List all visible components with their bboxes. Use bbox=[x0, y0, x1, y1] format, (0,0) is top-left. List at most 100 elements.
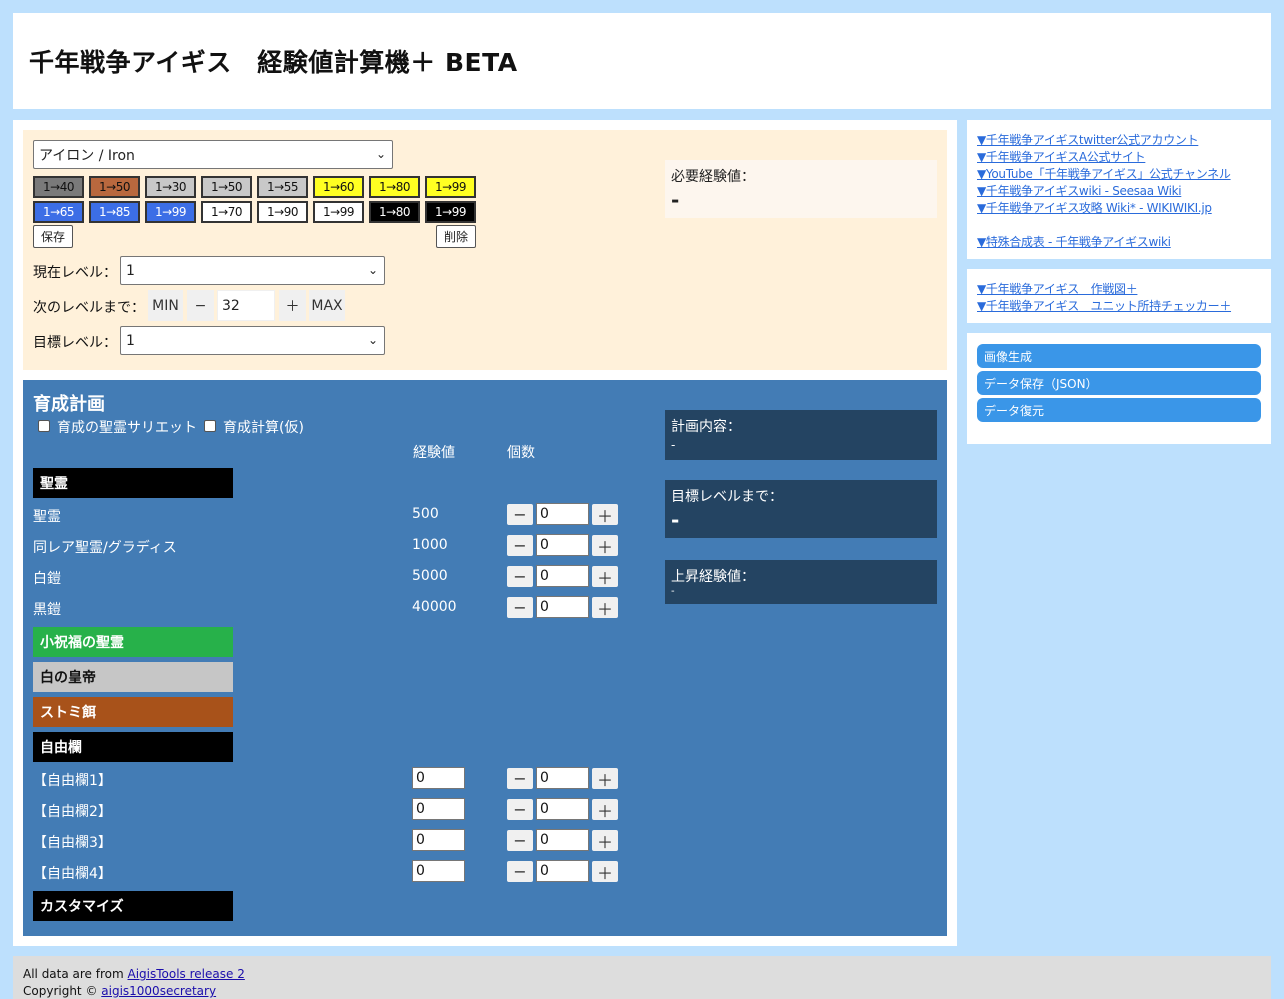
item-increment-button[interactable]: ＋ bbox=[592, 861, 618, 883]
action-button[interactable]: データ保存（JSON） bbox=[977, 371, 1261, 395]
current-level-select[interactable]: 1 ⌄ bbox=[120, 256, 385, 285]
category-custom[interactable]: カスタマイズ bbox=[33, 891, 233, 921]
item-exp-input[interactable]: 0 bbox=[412, 767, 465, 789]
category-koutei[interactable]: 白の皇帝 bbox=[33, 662, 233, 692]
item-decrement-button[interactable]: − bbox=[507, 504, 533, 525]
item-exp: 5000 bbox=[412, 568, 448, 584]
aigistools-link[interactable]: AigisTools release 2 bbox=[128, 967, 245, 981]
level-preset-button[interactable]: 1→50 bbox=[89, 176, 140, 198]
min-button[interactable]: MIN bbox=[148, 290, 183, 321]
item-exp-input[interactable]: 0 bbox=[412, 798, 465, 820]
item-name: 白鎧 bbox=[33, 571, 61, 587]
item-increment-button[interactable]: ＋ bbox=[592, 504, 618, 526]
increment-button[interactable]: ＋ bbox=[279, 290, 306, 321]
level-preset-button[interactable]: 1→30 bbox=[145, 176, 196, 198]
item-count-input[interactable]: 0 bbox=[536, 565, 589, 587]
level-preset-button[interactable]: 1→99 bbox=[313, 201, 364, 223]
level-preset-button[interactable]: 1→90 bbox=[257, 201, 308, 223]
calc-checkbox[interactable] bbox=[204, 420, 216, 432]
item-count-input[interactable]: 0 bbox=[536, 829, 589, 851]
action-button[interactable]: 画像生成 bbox=[977, 344, 1261, 368]
item-name: 同レア聖霊/グラディス bbox=[33, 540, 177, 556]
item-decrement-button[interactable]: − bbox=[507, 799, 533, 820]
item-count-input[interactable]: 0 bbox=[536, 534, 589, 556]
chevron-down-icon: ⌄ bbox=[367, 333, 378, 347]
target-level-select[interactable]: 1 ⌄ bbox=[120, 326, 385, 355]
level-preset-button[interactable]: 1→80 bbox=[369, 201, 420, 223]
item-increment-button[interactable]: ＋ bbox=[592, 535, 618, 557]
item-decrement-button[interactable]: − bbox=[507, 861, 533, 882]
item-decrement-button[interactable]: − bbox=[507, 535, 533, 556]
data-credit: All data are from AigisTools release 2 bbox=[23, 967, 245, 981]
page-header: 千年戦争アイギス 経験値計算機＋ BETA bbox=[13, 13, 1271, 109]
tool-link[interactable]: ▼千年戦争アイギス 作戦図＋ bbox=[977, 280, 1138, 297]
level-preset-button[interactable]: 1→55 bbox=[257, 176, 308, 198]
item-count-input[interactable]: 0 bbox=[536, 503, 589, 525]
external-link[interactable]: ▼YouTube「千年戦争アイギス」公式チャンネル bbox=[977, 165, 1231, 182]
related-tools-box: ▼千年戦争アイギス 作戦図＋ ▼千年戦争アイギス ユニット所持チェッカー＋ bbox=[967, 269, 1271, 323]
item-exp: 40000 bbox=[412, 599, 457, 615]
item-decrement-button[interactable]: − bbox=[507, 830, 533, 851]
tool-link[interactable]: ▼千年戦争アイギス ユニット所持チェッカー＋ bbox=[977, 297, 1231, 314]
column-header-exp: 経験値 bbox=[413, 445, 455, 461]
item-name: 【自由欄4】 bbox=[33, 866, 112, 882]
level-preset-button[interactable]: 1→60 bbox=[313, 176, 364, 198]
item-increment-button[interactable]: ＋ bbox=[592, 597, 618, 619]
plan-content-box: 計画内容： - bbox=[665, 410, 937, 460]
item-name: 黒鎧 bbox=[33, 602, 61, 618]
required-exp-value: - bbox=[671, 188, 680, 212]
item-name: 聖霊 bbox=[33, 509, 61, 525]
external-link[interactable]: ▼千年戦争アイギス攻略 Wiki* - WIKIWIKI.jp bbox=[977, 199, 1212, 216]
external-link[interactable]: ▼千年戦争アイギスwiki - Seesaa Wiki bbox=[977, 182, 1182, 199]
link-special-synthesis[interactable]: ▼特殊合成表 - 千年戦争アイギスwiki bbox=[977, 233, 1171, 250]
level-preset-button[interactable]: 1→65 bbox=[33, 201, 84, 223]
level-preset-button[interactable]: 1→70 bbox=[201, 201, 252, 223]
action-button[interactable]: データ復元 bbox=[977, 398, 1261, 422]
level-preset-button[interactable]: 1→40 bbox=[33, 176, 84, 198]
item-exp-input[interactable]: 0 bbox=[412, 860, 465, 882]
level-preset-button[interactable]: 1→80 bbox=[369, 176, 420, 198]
to-target-label: 目標レベルまで： bbox=[671, 489, 783, 505]
item-decrement-button[interactable]: − bbox=[507, 566, 533, 587]
author-link[interactable]: aigis1000secretary bbox=[101, 984, 216, 998]
item-increment-button[interactable]: ＋ bbox=[592, 830, 618, 852]
category-seirei[interactable]: 聖霊 bbox=[33, 468, 233, 498]
level-preset-button[interactable]: 1→99 bbox=[425, 176, 476, 198]
external-link[interactable]: ▼千年戦争アイギスtwitter公式アカウント bbox=[977, 131, 1199, 148]
item-exp: 1000 bbox=[412, 537, 448, 553]
save-button[interactable]: 保存 bbox=[33, 225, 73, 248]
item-increment-button[interactable]: ＋ bbox=[592, 566, 618, 588]
item-decrement-button[interactable]: − bbox=[507, 597, 533, 618]
item-count-input[interactable]: 0 bbox=[536, 860, 589, 882]
item-count-input[interactable]: 0 bbox=[536, 798, 589, 820]
delete-button[interactable]: 削除 bbox=[436, 225, 476, 248]
sariette-checkbox-label: 育成の聖霊サリエット bbox=[57, 420, 197, 436]
training-plan-panel: 育成計画 育成の聖霊サリエット 育成計算(仮) 経験値 個数 聖霊 聖霊 500 −… bbox=[23, 380, 947, 936]
level-preset-button[interactable]: 1→99 bbox=[425, 201, 476, 223]
copyright-prefix: Copyright © bbox=[23, 984, 102, 998]
decrement-button[interactable]: − bbox=[187, 290, 214, 321]
item-increment-button[interactable]: ＋ bbox=[592, 799, 618, 821]
category-free[interactable]: 自由欄 bbox=[33, 732, 233, 762]
rarity-select[interactable]: アイロン / Iron ⌄ bbox=[33, 140, 393, 169]
item-name: 【自由欄2】 bbox=[33, 804, 112, 820]
rarity-select-value: アイロン / Iron bbox=[39, 147, 135, 164]
next-level-input[interactable]: 32 bbox=[217, 290, 275, 321]
level-preset-button[interactable]: 1→85 bbox=[89, 201, 140, 223]
chevron-down-icon: ⌄ bbox=[367, 263, 378, 277]
level-preset-button[interactable]: 1→99 bbox=[145, 201, 196, 223]
category-shukufuku[interactable]: 小祝福の聖霊 bbox=[33, 627, 233, 657]
next-level-label: 次のレベルまで： bbox=[33, 300, 145, 316]
gain-exp-value: - bbox=[671, 586, 675, 597]
max-button[interactable]: MAX bbox=[309, 290, 345, 321]
external-link[interactable]: ▼千年戦争アイギスA公式サイト bbox=[977, 148, 1146, 165]
level-preset-button[interactable]: 1→50 bbox=[201, 176, 252, 198]
item-exp-input[interactable]: 0 bbox=[412, 829, 465, 851]
data-credit-prefix: All data are from bbox=[23, 967, 128, 981]
sariette-checkbox[interactable] bbox=[38, 420, 50, 432]
item-count-input[interactable]: 0 bbox=[536, 596, 589, 618]
item-increment-button[interactable]: ＋ bbox=[592, 768, 618, 790]
category-sutomi[interactable]: ストミ餌 bbox=[33, 697, 233, 727]
item-count-input[interactable]: 0 bbox=[536, 767, 589, 789]
item-decrement-button[interactable]: − bbox=[507, 768, 533, 789]
